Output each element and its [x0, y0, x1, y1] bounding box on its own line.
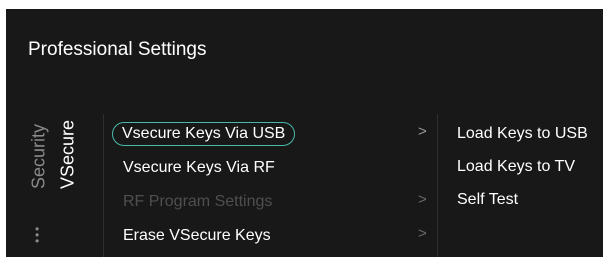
- menu-item-label: RF Program Settings: [123, 193, 273, 210]
- submenu-item-load-keys-to-tv[interactable]: Load Keys to TV: [457, 150, 603, 183]
- submenu-item-self-test[interactable]: Self Test: [457, 183, 603, 216]
- submenu: Load Keys to USB Load Keys to TV Self Te…: [457, 117, 603, 216]
- menu-item-label: Erase VSecure Keys: [123, 227, 271, 244]
- page-title: Professional Settings: [28, 39, 207, 60]
- divider: [437, 114, 438, 257]
- side-tabs: Security VSecure • • •: [6, 114, 104, 257]
- vsecure-menu: Vsecure Keys Via USB > Vsecure Keys Via …: [112, 117, 432, 253]
- tv-settings-screen: Professional Settings Security VSecure •…: [6, 9, 603, 257]
- menu-item-vsecure-keys-via-rf[interactable]: Vsecure Keys Via RF: [112, 151, 432, 185]
- chevron-right-icon: >: [418, 225, 427, 242]
- divider: [103, 114, 104, 257]
- menu-item-rf-program-settings[interactable]: RF Program Settings >: [112, 185, 432, 219]
- menu-item-label: Vsecure Keys Via USB: [112, 122, 296, 146]
- chevron-right-icon: >: [418, 191, 427, 208]
- chevron-right-icon: >: [418, 123, 427, 140]
- tab-security[interactable]: Security: [29, 117, 50, 197]
- menu-item-label: Vsecure Keys Via RF: [123, 159, 275, 176]
- menu-item-vsecure-keys-via-usb[interactable]: Vsecure Keys Via USB >: [112, 117, 432, 151]
- submenu-item-load-keys-to-usb[interactable]: Load Keys to USB: [457, 117, 603, 150]
- tab-vsecure[interactable]: VSecure: [58, 115, 79, 195]
- more-dots-icon[interactable]: • • •: [35, 223, 39, 247]
- menu-item-erase-vsecure-keys[interactable]: Erase VSecure Keys >: [112, 219, 432, 253]
